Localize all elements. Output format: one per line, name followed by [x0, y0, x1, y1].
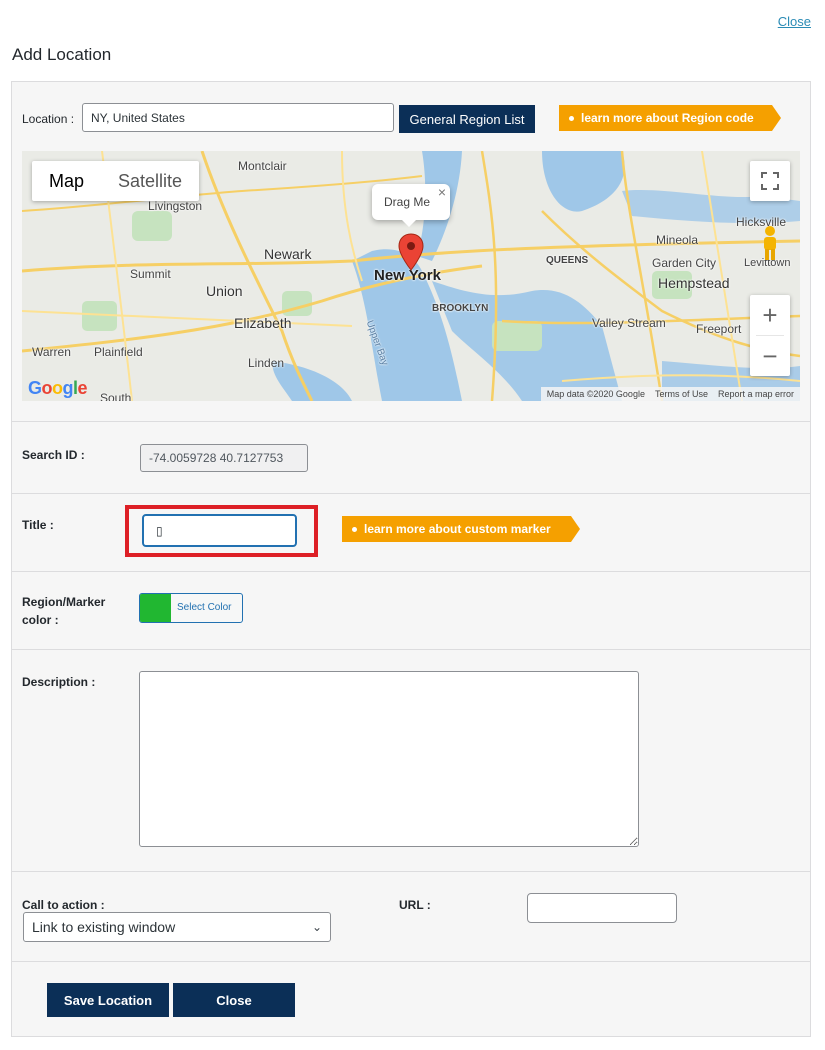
region-marker-color-label: Region/Marker color : — [22, 595, 106, 627]
location-row: Location : General Region List learn mor… — [12, 82, 810, 422]
add-location-form: Location : General Region List learn mor… — [11, 81, 811, 1037]
map-label-garden-city: Garden City — [652, 256, 717, 270]
save-location-button[interactable]: Save Location — [47, 983, 169, 1017]
map-label-union: Union — [206, 283, 243, 299]
url-label: URL : — [399, 898, 431, 912]
map-label-hempstead: Hempstead — [658, 275, 730, 291]
map-attribution: Map data ©2020 Google Terms of Use Repor… — [540, 387, 800, 401]
map-type-control: Map Satellite — [32, 161, 200, 201]
region-code-help-link[interactable]: learn more about Region code — [559, 105, 781, 131]
marker-info-window: Drag Me × — [372, 184, 450, 227]
select-color-label: Select Color — [177, 602, 232, 613]
zoom-control: + − — [750, 295, 790, 376]
close-button[interactable]: Close — [173, 983, 295, 1017]
title-input[interactable] — [142, 514, 297, 547]
report-map-error-link[interactable]: Report a map error — [718, 389, 794, 399]
fullscreen-icon — [761, 172, 779, 190]
description-textarea[interactable] — [139, 671, 639, 847]
map-type-map-button[interactable]: Map — [32, 161, 101, 201]
select-color-button[interactable]: Select Color — [139, 593, 243, 623]
description-label: Description : — [22, 675, 96, 689]
description-row: Description : — [12, 650, 810, 872]
map-label-valley-stream: Valley Stream — [592, 316, 666, 330]
street-view-pegman[interactable] — [750, 223, 790, 263]
pegman-icon — [764, 226, 776, 260]
zoom-out-button[interactable]: − — [750, 336, 790, 376]
chevron-down-icon: ⌄ — [311, 920, 322, 934]
map-label-newark: Newark — [264, 246, 312, 262]
terms-of-use-link[interactable]: Terms of Use — [655, 389, 708, 399]
map-label-summit: Summit — [130, 267, 171, 281]
map-label-brooklyn: BROOKLYN — [432, 303, 489, 314]
info-window-close-icon[interactable]: × — [438, 184, 446, 200]
map-marker-icon[interactable] — [398, 233, 424, 271]
google-logo: Google — [28, 378, 88, 398]
minus-icon: − — [762, 340, 778, 371]
title-label: Title : — [22, 518, 54, 532]
search-id-field: -74.0059728 40.7127753 — [140, 444, 308, 472]
location-label: Location : — [22, 112, 75, 126]
map[interactable]: Montclair Livingston Newark New York Uni… — [22, 151, 800, 401]
zoom-in-button[interactable]: + — [750, 295, 790, 335]
location-input[interactable] — [82, 103, 394, 132]
map-data-text: Map data ©2020 Google — [546, 389, 645, 399]
map-label-queens: QUEENS — [546, 255, 589, 266]
map-label-freeport: Freeport — [696, 322, 742, 336]
fullscreen-button[interactable] — [750, 161, 790, 201]
map-label-south: South — [100, 391, 132, 401]
color-swatch — [140, 594, 171, 622]
map-type-satellite-button[interactable]: Satellite — [101, 161, 199, 201]
custom-marker-help-link[interactable]: learn more about custom marker — [342, 516, 580, 542]
call-to-action-row: Call to action : Link to existing window… — [12, 872, 810, 962]
map-label-montclair: Montclair — [238, 159, 287, 173]
plus-icon: + — [762, 299, 778, 330]
map-label-mineola: Mineola — [656, 233, 699, 247]
title-row: Title : learn more about custom marker — [12, 494, 810, 572]
map-label-warren: Warren — [32, 345, 71, 359]
actions-row: Save Location Close — [12, 962, 810, 1036]
top-close-link[interactable]: Close — [778, 14, 811, 29]
map-label-linden: Linden — [248, 356, 285, 370]
call-to-action-select[interactable]: Link to existing window ⌄ — [23, 912, 331, 942]
search-id-label: Search ID : — [22, 448, 85, 462]
general-region-list-button[interactable]: General Region List — [399, 105, 535, 133]
call-to-action-selected: Link to existing window — [32, 919, 176, 935]
color-row: Region/Marker color : Select Color — [12, 572, 810, 650]
url-input[interactable] — [527, 893, 677, 923]
map-label-plainfield: Plainfield — [94, 345, 143, 359]
marker-popup-text: Drag Me — [384, 195, 431, 209]
map-label-elizabeth: Elizabeth — [234, 315, 292, 331]
map-label-livingston: Livingston — [148, 199, 203, 213]
page-title: Add Location — [12, 45, 112, 64]
search-id-row: Search ID : -74.0059728 40.7127753 — [12, 422, 810, 494]
